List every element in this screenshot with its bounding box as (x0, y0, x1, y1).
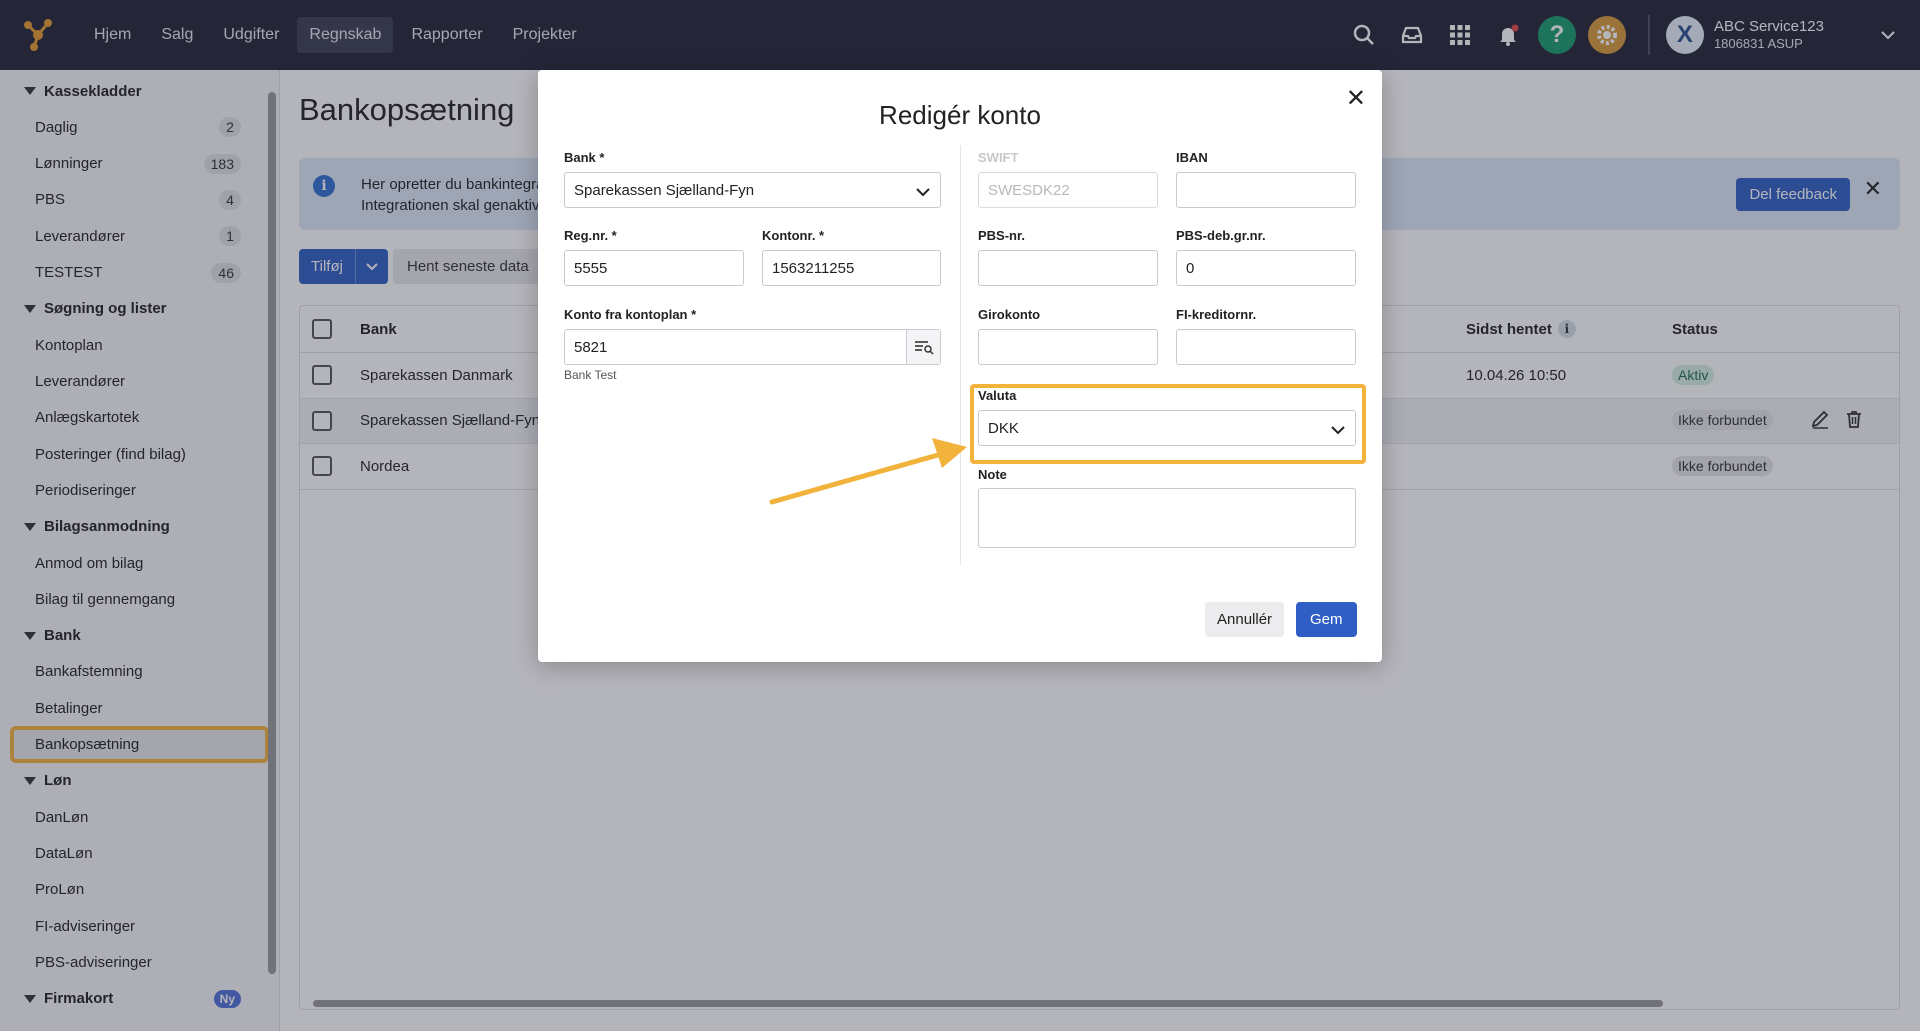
pbsdeb-field[interactable]: 0 (1176, 250, 1356, 286)
chevron-down-icon (916, 184, 930, 201)
column-divider (960, 145, 961, 565)
bank-label: Bank * (564, 150, 605, 165)
valuta-select[interactable]: DKK (978, 410, 1356, 446)
cancel-button[interactable]: Annullér (1205, 602, 1285, 637)
chevron-down-icon (1331, 422, 1345, 439)
swift-label: SWIFT (978, 150, 1019, 165)
swift-field: SWESDK22 (978, 172, 1158, 208)
kontonr-field[interactable]: 1563211255 (762, 250, 941, 286)
fikreditor-label: FI-kreditornr. (1176, 307, 1257, 322)
save-button[interactable]: Gem (1296, 602, 1357, 637)
iban-field[interactable] (1176, 172, 1356, 208)
kontoplan-field[interactable]: 5821 (564, 329, 941, 365)
girokonto-field[interactable] (978, 329, 1158, 365)
regnr-field[interactable]: 5555 (564, 250, 744, 286)
pbsdeb-label: PBS-deb.gr.nr. (1176, 228, 1266, 243)
iban-label: IBAN (1176, 150, 1208, 165)
girokonto-label: Girokonto (978, 307, 1041, 322)
kontonr-label: Kontonr. * (762, 228, 825, 243)
pbsnr-label: PBS-nr. (978, 228, 1025, 243)
bank-select[interactable]: Sparekassen Sjælland-Fyn (564, 172, 941, 208)
regnr-label: Reg.nr. * (564, 228, 617, 243)
kontoplan-label: Konto fra kontoplan * (564, 307, 697, 322)
lookup-list-icon[interactable] (906, 330, 940, 364)
note-label: Note (978, 467, 1007, 482)
edit-account-dialog: Redigér konto ✕ Bank * Sparekassen Sjæll… (538, 70, 1382, 662)
valuta-label: Valuta (978, 388, 1017, 403)
dialog-title: Redigér konto (879, 100, 1041, 130)
note-textarea[interactable] (978, 488, 1356, 548)
pbsnr-field[interactable] (978, 250, 1158, 286)
close-icon[interactable]: ✕ (1346, 84, 1366, 113)
kontoplan-hint: Bank Test (564, 368, 617, 382)
fikreditor-field[interactable] (1176, 329, 1356, 365)
